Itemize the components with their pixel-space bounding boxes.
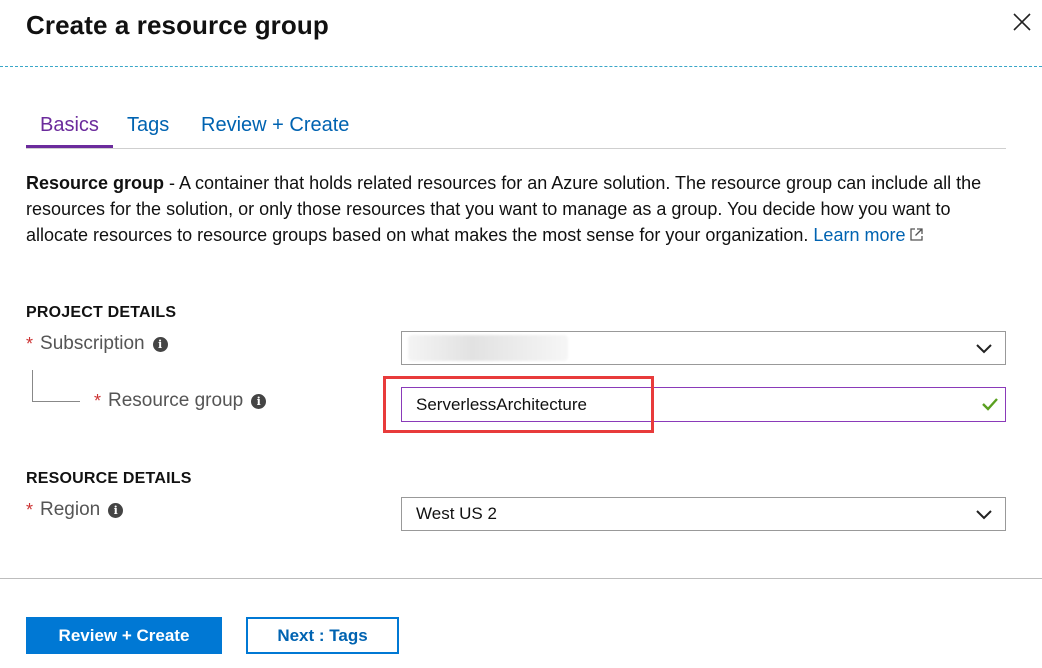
close-button[interactable] (1006, 6, 1038, 38)
tab-basics[interactable]: Basics (26, 112, 113, 148)
tab-strip: Basics Tags Review + Create (26, 112, 1006, 149)
chevron-down-icon (976, 510, 992, 520)
required-marker: * (94, 390, 102, 411)
region-label-text: Region (40, 499, 101, 520)
learn-more-label: Learn more (813, 225, 906, 245)
region-label: * Region i (26, 499, 124, 521)
description-lead: Resource group (26, 173, 165, 193)
subscription-value-redacted (408, 335, 568, 361)
footer-divider (0, 578, 1042, 579)
highlight-box (383, 376, 654, 433)
learn-more-link[interactable]: Learn more (813, 225, 924, 245)
description: Resource group - A container that holds … (26, 170, 1016, 248)
required-marker: * (26, 333, 34, 354)
required-marker: * (26, 499, 34, 520)
resource-details-heading: RESOURCE DETAILS (26, 470, 192, 487)
close-icon (1013, 13, 1031, 31)
resource-group-label-text: Resource group (108, 390, 244, 411)
next-tags-button[interactable]: Next : Tags (246, 617, 399, 654)
subscription-select[interactable] (401, 331, 1006, 365)
region-value: West US 2 (416, 504, 497, 523)
info-icon[interactable]: i (251, 393, 267, 409)
info-icon[interactable]: i (108, 502, 124, 518)
resource-group-label: * Resource group i (94, 390, 267, 412)
tree-connector (32, 370, 80, 402)
review-create-button[interactable]: Review + Create (26, 617, 222, 654)
tab-tags[interactable]: Tags (113, 112, 183, 148)
info-icon[interactable]: i (152, 336, 168, 352)
header-divider (0, 66, 1042, 67)
tab-review-create[interactable]: Review + Create (187, 112, 363, 148)
checkmark-icon (982, 398, 998, 411)
region-select[interactable]: West US 2 (401, 497, 1006, 531)
chevron-down-icon (976, 344, 992, 354)
external-link-icon (910, 228, 924, 241)
page-title: Create a resource group (26, 10, 329, 40)
project-details-heading: PROJECT DETAILS (26, 304, 177, 321)
subscription-label-text: Subscription (40, 333, 145, 354)
subscription-label: * Subscription i (26, 333, 168, 355)
